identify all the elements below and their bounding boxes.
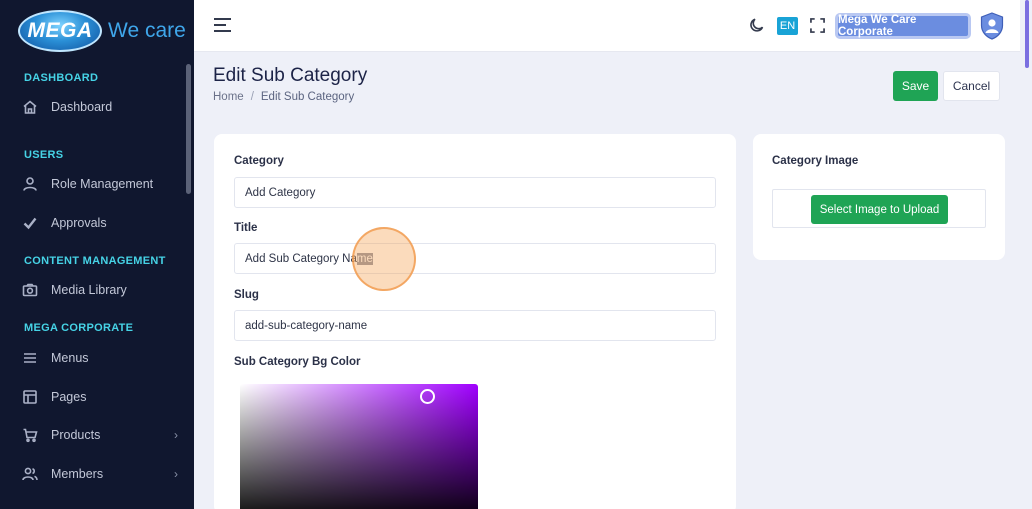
color-picker-saturation-area[interactable] <box>240 384 478 509</box>
slug-label: Slug <box>234 289 259 301</box>
sidebar-item-label: Pages <box>51 390 87 404</box>
select-image-button[interactable]: Select Image to Upload <box>811 195 948 224</box>
chevron-right-icon: › <box>174 428 178 442</box>
sidebar-item-dashboard[interactable]: Dashboard <box>22 99 182 115</box>
sidebar: MEGA We care DASHBOARD Dashboard USERS R… <box>0 0 194 509</box>
logo-tagline: We care <box>108 19 186 42</box>
breadcrumb-separator: / <box>250 91 254 103</box>
sidebar-item-label: Role Management <box>51 177 154 191</box>
sidebar-item-label: Products <box>51 428 101 442</box>
menu-lines-icon <box>22 350 38 366</box>
avatar-icon[interactable] <box>980 12 1004 40</box>
category-image-card: Category Image Select Image to Upload <box>753 134 1005 260</box>
cancel-button[interactable]: Cancel <box>943 71 1000 101</box>
image-upload-area[interactable]: Select Image to Upload <box>772 189 986 228</box>
section-dashboard: DASHBOARD <box>24 72 99 84</box>
sidebar-item-approvals[interactable]: Approvals <box>22 215 182 231</box>
brand-logo[interactable]: MEGA We care <box>18 10 188 54</box>
save-button[interactable]: Save <box>893 71 938 101</box>
page-title: Edit Sub Category <box>213 65 368 86</box>
color-picker-handle[interactable] <box>420 389 435 404</box>
sidebar-scrollbar[interactable] <box>186 64 191 194</box>
breadcrumb-current: Edit Sub Category <box>260 91 355 103</box>
chevron-right-icon: › <box>174 467 178 481</box>
check-icon <box>22 215 38 231</box>
layout-icon <box>22 389 38 405</box>
fullscreen-icon[interactable] <box>810 18 825 33</box>
sidebar-item-media-library[interactable]: Media Library <box>22 282 182 298</box>
logo-mark: MEGA <box>18 10 102 52</box>
cart-icon <box>22 427 38 443</box>
breadcrumb-home-link[interactable]: Home <box>213 91 244 103</box>
sidebar-item-members[interactable]: Members › <box>22 466 182 482</box>
title-input[interactable]: Add Sub Category Na me <box>234 243 716 274</box>
top-header: EN Mega We Care Corporate <box>194 0 1020 52</box>
moon-icon[interactable] <box>749 17 765 33</box>
title-selected-text: me <box>356 252 373 265</box>
sidebar-item-label: Dashboard <box>51 100 113 114</box>
sidebar-item-label: Media Library <box>51 283 127 297</box>
sub-category-form-card: Category Add Category Title Add Sub Cate… <box>214 134 736 509</box>
language-selector[interactable]: EN <box>777 17 798 35</box>
slug-value: add-sub-category-name <box>245 319 368 332</box>
category-select[interactable]: Add Category <box>234 177 716 208</box>
sidebar-item-label: Members <box>51 467 104 481</box>
category-value: Add Category <box>245 186 316 199</box>
sidebar-item-products[interactable]: Products › <box>22 427 182 443</box>
camera-icon <box>22 282 38 298</box>
category-label: Category <box>234 155 284 167</box>
title-label: Title <box>234 222 258 234</box>
home-icon <box>22 99 38 115</box>
section-mega-corporate: MEGA CORPORATE <box>24 322 134 334</box>
section-content-management: CONTENT MANAGEMENT <box>24 255 166 267</box>
page-scrollbar[interactable] <box>1020 0 1032 509</box>
account-switcher-button[interactable]: Mega We Care Corporate <box>835 13 971 39</box>
slug-input[interactable]: add-sub-category-name <box>234 310 716 341</box>
user-icon <box>22 176 38 192</box>
hamburger-menu-icon[interactable] <box>214 18 231 32</box>
sidebar-item-menus[interactable]: Menus <box>22 350 182 366</box>
sidebar-item-role-management[interactable]: Role Management <box>22 176 182 192</box>
sidebar-item-label: Menus <box>51 351 89 365</box>
sidebar-item-pages[interactable]: Pages <box>22 389 182 405</box>
users-icon <box>22 466 38 482</box>
sidebar-item-label: Approvals <box>51 216 107 230</box>
category-image-label: Category Image <box>772 155 859 167</box>
breadcrumb: Home / Edit Sub Category <box>213 91 354 103</box>
section-users: USERS <box>24 149 64 161</box>
title-value: Add Sub Category Na <box>245 252 357 265</box>
bg-color-label: Sub Category Bg Color <box>234 356 361 368</box>
